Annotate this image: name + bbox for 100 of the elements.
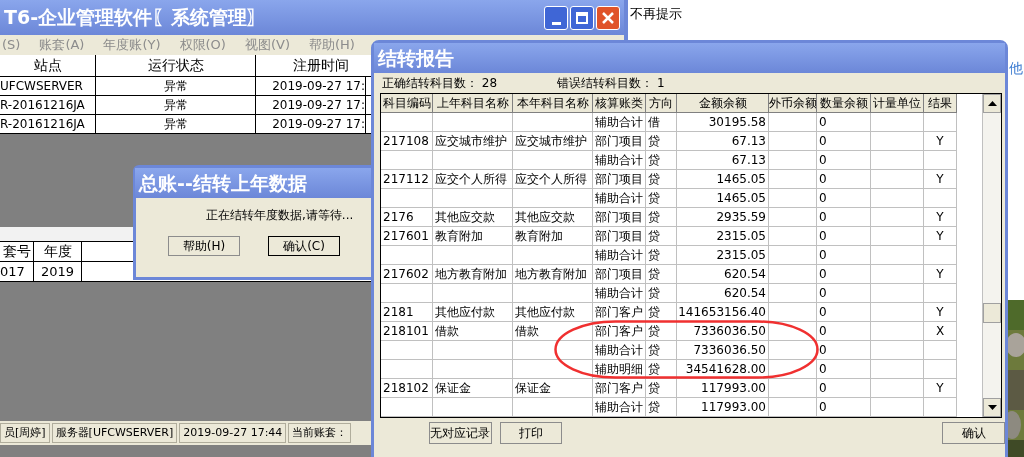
table-cell: 贷 bbox=[646, 379, 677, 398]
table-cell: 0 bbox=[817, 151, 871, 170]
table-cell: 218101 bbox=[381, 322, 433, 341]
table-cell: 地方教育附加 bbox=[433, 265, 513, 284]
table-cell: 应交城市维护 bbox=[513, 132, 593, 151]
table-cell: 保证金 bbox=[433, 379, 513, 398]
table-cell: 141653156.40 bbox=[677, 303, 769, 322]
table-cell bbox=[769, 113, 817, 132]
table-cell: 0 bbox=[817, 246, 871, 265]
table-cell bbox=[381, 284, 433, 303]
table-cell: 1465.05 bbox=[677, 189, 769, 208]
up-arrow-icon bbox=[987, 101, 997, 106]
table-cell: 借款 bbox=[513, 322, 593, 341]
table-cell: 异常 bbox=[96, 96, 256, 114]
table-cell: R-20161216JA bbox=[0, 115, 96, 133]
table-cell bbox=[871, 189, 924, 208]
table-cell bbox=[871, 113, 924, 132]
table-cell: 贷 bbox=[646, 265, 677, 284]
report-button[interactable]: 打印 bbox=[499, 422, 563, 444]
table-cell: 辅助合计 bbox=[593, 284, 646, 303]
table-cell bbox=[381, 341, 433, 360]
table-cell: 217112 bbox=[381, 170, 433, 189]
table-cell bbox=[769, 322, 817, 341]
table-cell bbox=[871, 265, 924, 284]
table-cell bbox=[381, 246, 433, 265]
table-cell: 辅助合计 bbox=[593, 151, 646, 170]
table-cell: 218102 bbox=[381, 379, 433, 398]
column-header: 方向 bbox=[646, 94, 677, 113]
table-cell bbox=[871, 246, 924, 265]
table-cell bbox=[769, 398, 817, 417]
column-header: 运行状态 bbox=[96, 55, 256, 76]
table-cell: 0 bbox=[817, 398, 871, 417]
table-cell: 0 bbox=[817, 284, 871, 303]
table-cell: 贷 bbox=[646, 170, 677, 189]
table-cell: 部门项目 bbox=[593, 265, 646, 284]
table-cell bbox=[871, 379, 924, 398]
table-cell: 贷 bbox=[646, 303, 677, 322]
table-cell bbox=[381, 151, 433, 170]
close-icon bbox=[602, 12, 614, 24]
table-cell bbox=[924, 151, 957, 170]
table-cell bbox=[924, 398, 957, 417]
table-cell: 贷 bbox=[646, 151, 677, 170]
table-cell bbox=[871, 151, 924, 170]
table-cell: Y bbox=[924, 132, 957, 151]
table-cell bbox=[769, 151, 817, 170]
table-cell: 其他应交款 bbox=[433, 208, 513, 227]
table-cell: 贷 bbox=[646, 341, 677, 360]
table-cell: 0 bbox=[817, 322, 871, 341]
table-cell: 辅助合计 bbox=[593, 189, 646, 208]
table-cell: 部门项目 bbox=[593, 208, 646, 227]
dialog-button[interactable]: 帮助(H) bbox=[168, 236, 240, 256]
scrollbar-thumb[interactable] bbox=[983, 303, 1001, 323]
column-header: 上年科目名称 bbox=[433, 94, 513, 113]
table-cell: 217602 bbox=[381, 265, 433, 284]
table-cell: 借 bbox=[646, 113, 677, 132]
table-cell: 117993.00 bbox=[677, 398, 769, 417]
table-cell: 应交个人所得 bbox=[433, 170, 513, 189]
column-header: 金额余额 bbox=[677, 94, 769, 113]
table-cell: 部门客户 bbox=[593, 379, 646, 398]
table-cell bbox=[871, 227, 924, 246]
table-cell: 其他应交款 bbox=[513, 208, 593, 227]
table-cell: 贷 bbox=[646, 189, 677, 208]
table-cell: UFCWSERVER bbox=[0, 77, 96, 95]
report-button[interactable]: 确认 bbox=[942, 422, 1005, 444]
report-button[interactable]: 无对应记录 bbox=[429, 422, 492, 444]
maximize-button[interactable] bbox=[570, 6, 594, 30]
table-cell: 7336036.50 bbox=[677, 341, 769, 360]
dialog-button[interactable]: 确认(C) bbox=[268, 236, 340, 256]
close-button[interactable] bbox=[596, 6, 620, 30]
column-header: 结果 bbox=[924, 94, 957, 113]
table-cell: 贷 bbox=[646, 284, 677, 303]
table-cell: 2019-09-27 17: bbox=[256, 115, 366, 133]
table-cell: 贷 bbox=[646, 360, 677, 379]
table-cell: 辅助合计 bbox=[593, 398, 646, 417]
table-cell: 应交个人所得 bbox=[513, 170, 593, 189]
table-cell: 2315.05 bbox=[677, 227, 769, 246]
table-cell: 0 bbox=[817, 379, 871, 398]
table-cell bbox=[924, 246, 957, 265]
table-cell: 0 bbox=[817, 170, 871, 189]
table-cell: 贷 bbox=[646, 208, 677, 227]
table-cell bbox=[769, 360, 817, 379]
table-cell bbox=[769, 208, 817, 227]
table-cell: 其他应付款 bbox=[433, 303, 513, 322]
minimize-button[interactable] bbox=[544, 6, 568, 30]
table-cell: 其他应付款 bbox=[513, 303, 593, 322]
table-cell bbox=[924, 360, 957, 379]
window-title: 总账--结转上年数据 bbox=[137, 170, 307, 196]
table-cell bbox=[871, 284, 924, 303]
table-cell: 部门客户 bbox=[593, 303, 646, 322]
column-header: 数量余额 bbox=[817, 94, 871, 113]
table-cell bbox=[871, 360, 924, 379]
table-cell: 部门项目 bbox=[593, 170, 646, 189]
table-cell: 贷 bbox=[646, 246, 677, 265]
table-cell: 0 bbox=[817, 303, 871, 322]
column-header: 外币余额 bbox=[769, 94, 817, 113]
table-cell: 贷 bbox=[646, 398, 677, 417]
scrollbar[interactable] bbox=[982, 94, 1001, 417]
table-cell: X bbox=[924, 322, 957, 341]
table-cell bbox=[871, 132, 924, 151]
notice-text[interactable]: 不再提示 bbox=[630, 4, 682, 24]
